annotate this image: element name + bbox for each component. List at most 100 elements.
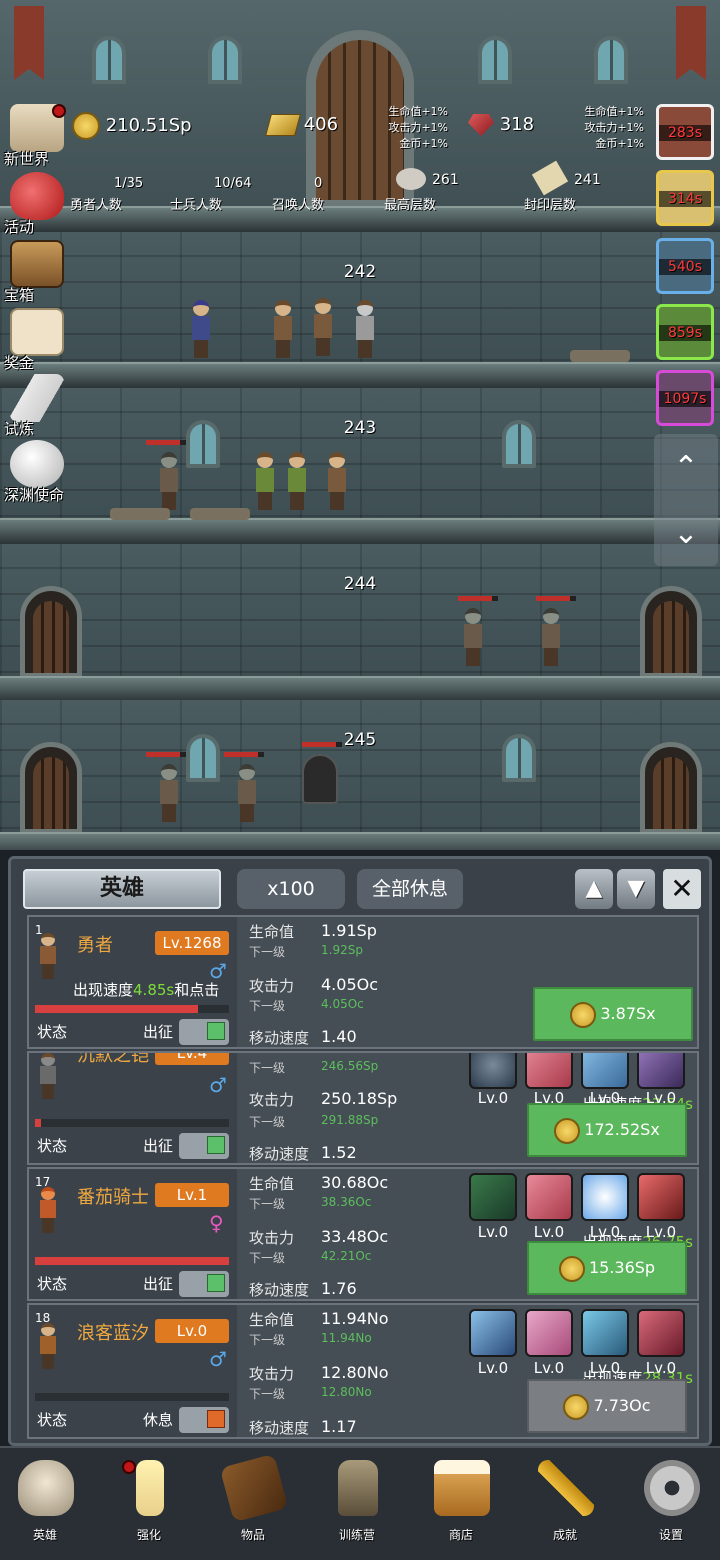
boss-timer[interactable]: 314s (656, 170, 714, 226)
atk-value: 12.80No (321, 1363, 389, 1382)
hero-portrait (37, 1187, 59, 1233)
deploy-toggle[interactable] (179, 1271, 229, 1297)
door (20, 742, 82, 834)
skill-shield-icon[interactable] (469, 1173, 517, 1221)
heart-icon (10, 172, 64, 220)
skill-chain-icon[interactable] (637, 1309, 685, 1357)
boss-timer[interactable]: 283s (656, 104, 714, 160)
hero-name: 沉默之铠 (77, 1051, 149, 1066)
upgrade-button[interactable]: 172.52Sx (527, 1103, 687, 1157)
window (502, 734, 536, 782)
enemy-hp-bar (458, 596, 498, 601)
atk-next-value: 12.80No (321, 1385, 372, 1399)
hp-value: 30.68Oc (321, 1173, 389, 1192)
boss-timer[interactable]: 859s (656, 304, 714, 360)
side-new-world[interactable]: 新世界 (4, 104, 70, 168)
collapse-down-button[interactable]: ▼ (617, 869, 655, 909)
tab-heroes[interactable]: 英雄 (23, 869, 221, 909)
notification-dot (122, 1460, 136, 1474)
hero-hp-bar (35, 1005, 229, 1013)
collapse-up-button[interactable]: ▲ (575, 869, 613, 909)
door (20, 586, 82, 678)
notification-dot (52, 104, 66, 118)
state-label: 状态 (37, 1137, 68, 1155)
floor-ledge (0, 518, 720, 544)
side-event[interactable]: 活动 (4, 172, 70, 236)
boss-timer[interactable]: 1097s (656, 370, 714, 426)
state-label: 状态 (37, 1275, 68, 1293)
hero-name: 番茄骑士 (77, 1187, 149, 1208)
upgrade-button[interactable]: 15.36Sp (527, 1241, 687, 1295)
skill-sword-icon[interactable] (525, 1053, 573, 1089)
enemy-hp-bar (146, 440, 186, 445)
deploy-toggle[interactable] (179, 1019, 229, 1045)
scroll-up-button[interactable]: ⌃ (654, 438, 718, 498)
side-abyss[interactable]: 深渊使命 (4, 440, 70, 504)
move-value: 1.40 (321, 1027, 357, 1046)
skill-boot-icon[interactable] (581, 1309, 629, 1357)
skill-burst-icon[interactable] (469, 1309, 517, 1357)
skill-fist-icon[interactable] (581, 1053, 629, 1089)
hero-sprite (254, 452, 276, 510)
status-label: 出征 (143, 1275, 174, 1293)
hero-sprite (190, 300, 212, 358)
hp-fill (35, 1005, 198, 1013)
floor-scroll-control: ⌃ ⌄ (654, 434, 718, 566)
game-scene[interactable]: 210.51Sp 406 生命值+1% 攻击力+1% 金币+1% 318 生命值… (0, 0, 720, 850)
side-bonus[interactable]: 奖金 (4, 308, 70, 372)
nav-upgrade[interactable]: 强化 (104, 1456, 194, 1556)
boss-timer[interactable]: 540s (656, 238, 714, 294)
status-label: 出征 (143, 1137, 174, 1155)
skill-body-icon[interactable] (581, 1173, 629, 1221)
hero-level: Lv.4 (155, 1053, 229, 1065)
multiplier-button[interactable]: x100 (237, 869, 345, 909)
candle-icon (136, 1460, 164, 1516)
hero-name: 勇者 (77, 935, 113, 956)
upgrade-button[interactable]: 3.87Sx (533, 987, 693, 1041)
scroll-down-button[interactable]: ⌄ (654, 504, 718, 564)
close-button[interactable]: ✕ (663, 869, 701, 909)
nav-settings[interactable]: 设置 (626, 1456, 716, 1556)
door (640, 742, 702, 834)
stone-icon (396, 168, 426, 190)
status-label: 出征 (143, 1023, 174, 1041)
nav-items[interactable]: 物品 (208, 1453, 298, 1556)
nav-achievements[interactable]: 成就 (520, 1456, 610, 1556)
book-icon (219, 1453, 289, 1523)
skill-boots-icon[interactable] (637, 1173, 685, 1221)
nav-heroes[interactable]: 英雄 (0, 1456, 90, 1556)
window (186, 734, 220, 782)
window (92, 36, 126, 84)
gem-icon (468, 114, 494, 136)
hp-fill (35, 1119, 41, 1127)
hero-name: 浪客蓝汐 (77, 1323, 149, 1344)
coin-icon (563, 1393, 590, 1420)
coin-value: 210.51Sp (105, 115, 192, 136)
deploy-toggle[interactable] (179, 1133, 229, 1159)
skill-spear-icon[interactable] (525, 1309, 573, 1357)
hp-fill (35, 1257, 229, 1265)
skill-mask-icon[interactable] (637, 1053, 685, 1089)
skill-shield-icon[interactable] (469, 1053, 517, 1089)
floor-number: 245 (343, 730, 377, 750)
window (208, 36, 242, 84)
skill-fang-icon[interactable] (525, 1173, 573, 1221)
upgrade-button[interactable]: 7.73Oc (527, 1379, 687, 1433)
gold-value: 406 (303, 114, 339, 135)
hero-sprite (286, 452, 308, 510)
nav-training[interactable]: 训练营 (312, 1456, 402, 1556)
deploy-toggle[interactable] (179, 1407, 229, 1433)
hero-card: 沉默之铠 Lv.4 ♂ 出现速度23.54s 状态 出征 下一级 246.56S… (27, 1051, 699, 1165)
floor-ledge (0, 676, 720, 702)
hero-panel: 英雄 x100 全部休息 ▲ ▼ ✕ 1 勇者 Lv.1268 ♂ 出现速度4.… (8, 856, 712, 1446)
door (640, 586, 702, 678)
side-chest[interactable]: 宝箱 (4, 240, 70, 304)
floor-number: 244 (343, 574, 377, 594)
lantern-icon (338, 1460, 378, 1516)
rest-all-button[interactable]: 全部休息 (357, 869, 463, 909)
beer-icon (434, 1460, 490, 1516)
coin-counter: 210.51Sp (72, 112, 192, 140)
nav-shop[interactable]: 商店 (416, 1456, 506, 1556)
hero-card: 1 勇者 Lv.1268 ♂ 出现速度4.85s和点击 状态 出征 生命值 1.… (27, 915, 699, 1049)
side-trial[interactable]: 试炼 (4, 374, 70, 438)
